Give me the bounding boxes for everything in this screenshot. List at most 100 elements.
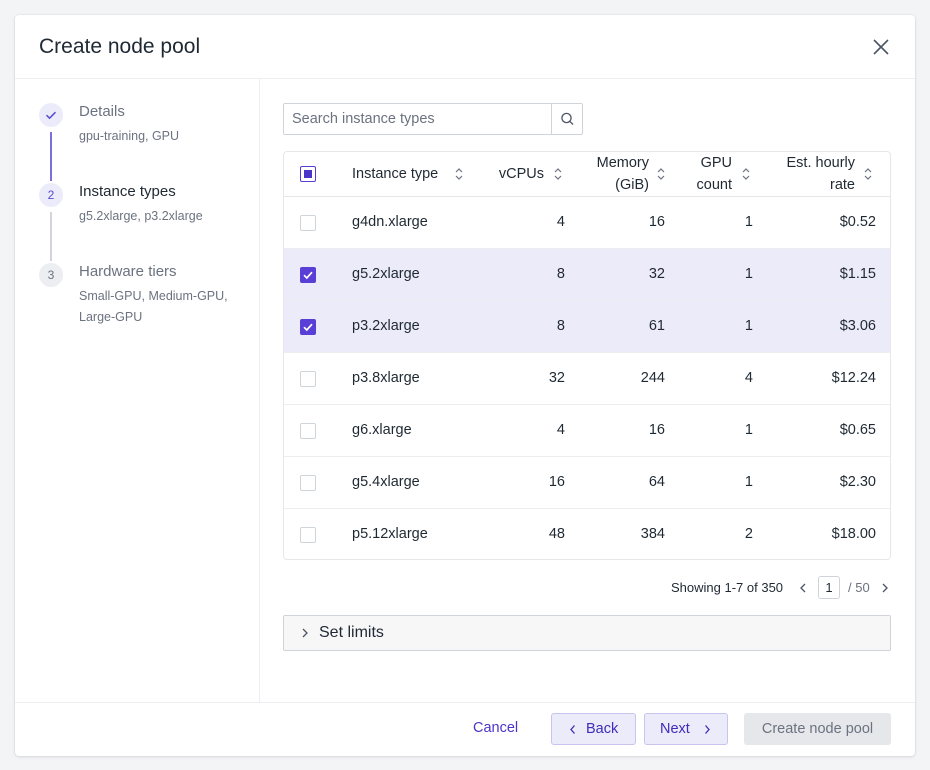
check-icon xyxy=(39,103,63,127)
search-button[interactable] xyxy=(551,104,582,134)
cell-hourly-rate: $12.24 xyxy=(831,370,876,386)
back-button[interactable]: Back xyxy=(551,713,636,745)
cell-memory: 16 xyxy=(648,422,665,438)
cell-gpu-count: 1 xyxy=(744,266,753,282)
cell-hourly-rate: $1.15 xyxy=(839,266,876,282)
table-row[interactable]: g4dn.xlarge 4 16 1 $0.52 xyxy=(284,197,890,249)
table-row[interactable]: p3.8xlarge 32 244 4 $12.24 xyxy=(284,353,890,405)
sort-icon xyxy=(657,168,665,180)
step-connector xyxy=(50,132,52,181)
column-label-line2: (GiB) xyxy=(615,177,649,193)
column-header-hourly-rate[interactable]: Est. hourly rate xyxy=(769,152,881,197)
instance-types-table: Instance type vCPUs Memory (GiB) GPU cou… xyxy=(283,151,891,560)
cell-vcpus: 4 xyxy=(556,422,565,438)
cell-instance-type: g6.xlarge xyxy=(352,422,412,438)
cell-instance-type: g5.2xlarge xyxy=(352,266,420,282)
column-label-line1: GPU xyxy=(700,155,732,171)
column-label: Instance type xyxy=(352,166,439,182)
cell-instance-type: p3.8xlarge xyxy=(352,370,420,386)
close-icon[interactable] xyxy=(870,36,892,58)
cell-instance-type: p5.12xlarge xyxy=(352,526,428,542)
cell-gpu-count: 1 xyxy=(744,422,753,438)
sort-icon xyxy=(554,168,562,180)
cell-vcpus: 48 xyxy=(548,526,565,542)
sort-icon xyxy=(742,168,750,180)
cell-memory: 32 xyxy=(648,266,665,282)
table-header: Instance type vCPUs Memory (GiB) GPU cou… xyxy=(284,152,890,197)
cell-memory: 244 xyxy=(640,370,665,386)
column-header-vcpus[interactable]: vCPUs xyxy=(489,152,569,197)
next-label: Next xyxy=(660,721,690,737)
page-number-input[interactable]: 1 xyxy=(818,576,840,599)
cell-vcpus: 8 xyxy=(556,266,565,282)
back-label: Back xyxy=(586,721,619,737)
cell-vcpus: 4 xyxy=(556,214,565,230)
table-row[interactable]: g5.4xlarge 16 64 1 $2.30 xyxy=(284,457,890,509)
row-checkbox[interactable] xyxy=(300,267,316,283)
cell-hourly-rate: $18.00 xyxy=(831,526,876,542)
row-checkbox[interactable] xyxy=(300,475,316,491)
dialog-header: Create node pool xyxy=(15,15,915,79)
column-header-instance-type[interactable]: Instance type xyxy=(352,152,472,197)
cell-memory: 16 xyxy=(648,214,665,230)
cell-memory: 384 xyxy=(640,526,665,542)
table-row[interactable]: p5.12xlarge 48 384 2 $18.00 xyxy=(284,509,890,559)
next-button[interactable]: Next xyxy=(644,713,728,745)
table-row[interactable]: g5.2xlarge 8 32 1 $1.15 xyxy=(284,249,890,301)
column-label-line1: Est. hourly xyxy=(786,155,856,171)
step-number: 2 xyxy=(39,183,63,207)
search-input[interactable] xyxy=(284,104,552,134)
row-checkbox[interactable] xyxy=(300,527,316,543)
page-total: / 50 xyxy=(848,580,870,595)
select-all-checkbox[interactable] xyxy=(300,166,316,182)
step-title: Instance types xyxy=(79,183,176,200)
cell-gpu-count: 1 xyxy=(744,214,753,230)
cell-hourly-rate: $2.30 xyxy=(839,474,876,490)
cell-gpu-count: 2 xyxy=(744,526,753,542)
cell-hourly-rate: $3.06 xyxy=(839,318,876,334)
row-checkbox[interactable] xyxy=(300,215,316,231)
table-row[interactable]: g6.xlarge 4 16 1 $0.65 xyxy=(284,405,890,457)
column-header-gpu-count[interactable]: GPU count xyxy=(679,152,759,197)
create-node-pool-button[interactable]: Create node pool xyxy=(744,713,891,745)
search-field xyxy=(283,103,583,135)
cell-vcpus: 16 xyxy=(548,474,565,490)
step-summary: Small-GPU, Medium-GPU, Large-GPU xyxy=(79,289,228,324)
cell-hourly-rate: $0.65 xyxy=(839,422,876,438)
table-row[interactable]: p3.2xlarge 8 61 1 $3.06 xyxy=(284,301,890,353)
cell-memory: 64 xyxy=(648,474,665,490)
step-summary: gpu-training, GPU xyxy=(79,129,180,143)
dialog-title: Create node pool xyxy=(39,35,201,58)
column-header-memory[interactable]: Memory (GiB) xyxy=(584,152,669,197)
sort-icon xyxy=(455,168,463,180)
wizard-steps: Details gpu-training, GPU 2 Instance typ… xyxy=(15,79,260,702)
accordion-label: Set limits xyxy=(319,624,384,641)
chevron-right-icon xyxy=(705,725,710,734)
row-checkbox[interactable] xyxy=(300,423,316,439)
chevron-left-icon xyxy=(570,725,575,734)
cell-hourly-rate: $0.52 xyxy=(839,214,876,230)
column-label-line2: count xyxy=(696,177,732,193)
cell-vcpus: 32 xyxy=(548,370,565,386)
cell-instance-type: p3.2xlarge xyxy=(352,318,420,334)
column-label-line2: rate xyxy=(830,177,855,193)
create-node-pool-dialog: Create node pool Details gpu-training, G… xyxy=(15,15,915,756)
cell-memory: 61 xyxy=(648,318,665,334)
cancel-button[interactable]: Cancel xyxy=(473,713,518,745)
step-number: 3 xyxy=(39,263,63,287)
row-checkbox[interactable] xyxy=(300,319,316,335)
step-title: Hardware tiers xyxy=(79,263,177,280)
row-checkbox[interactable] xyxy=(300,371,316,387)
column-label-line1: Memory xyxy=(596,155,649,171)
cell-gpu-count: 1 xyxy=(744,318,753,334)
sort-icon xyxy=(864,168,872,180)
column-label: vCPUs xyxy=(498,166,544,182)
chevron-right-icon[interactable] xyxy=(879,581,891,595)
search-icon xyxy=(561,112,574,125)
cell-gpu-count: 4 xyxy=(744,370,753,386)
chevron-left-icon[interactable] xyxy=(797,581,809,595)
cell-instance-type: g4dn.xlarge xyxy=(352,214,428,230)
cell-instance-type: g5.4xlarge xyxy=(352,474,420,490)
set-limits-accordion[interactable]: Set limits xyxy=(283,615,891,651)
pagination-summary: Showing 1-7 of 350 xyxy=(671,580,784,595)
